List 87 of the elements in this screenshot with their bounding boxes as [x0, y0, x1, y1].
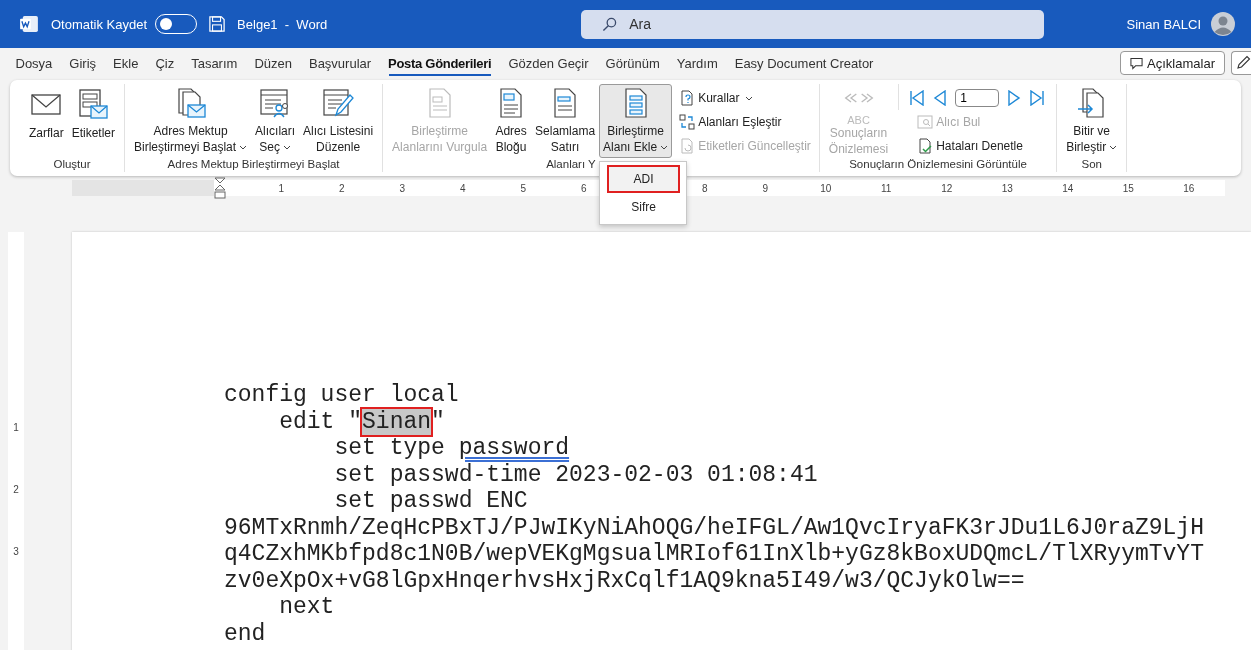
ribbon-tab[interactable]: Görünüm: [597, 49, 669, 77]
group-label: Son: [1081, 158, 1102, 172]
next-record-icon[interactable]: [1006, 90, 1023, 106]
ribbon-tab[interactable]: Posta Gönderileri: [379, 49, 500, 77]
ribbon-tab[interactable]: Ekle: [104, 49, 147, 77]
ribbon-button[interactable]: Bitir ve Birleştir: [1062, 84, 1122, 158]
indent-marker-icon[interactable]: [214, 177, 226, 199]
swap-boxes-icon: [679, 114, 696, 130]
ribbon-button[interactable]: Birleştirme Alanı Ekle: [599, 84, 673, 158]
ruler-number: 1: [277, 182, 286, 194]
ruler-number: 13: [1000, 182, 1014, 194]
ruler-number: 3: [13, 546, 19, 558]
ribbon-button[interactable]: Alıcı Listesini Düzenle: [299, 84, 378, 158]
editing-button[interactable]: [1231, 51, 1251, 75]
merge-field[interactable]: Sinan: [362, 408, 432, 435]
speech-bubble-icon: [1130, 56, 1144, 70]
ruler-number: 6: [579, 182, 588, 194]
ribbon-button[interactable]: Selamlama Satırı: [531, 84, 600, 158]
code-text: 96MTxRnmh/ZeqHcPBxTJ/PJwIKyNiAhOQG/heIFGL/Aw1QvcIryaFK3rJDu1L6J0raZ9LjH: [224, 514, 1204, 541]
list-with-pencil-icon: [322, 87, 355, 119]
ribbon-button[interactable]: Kurallar: [676, 86, 814, 110]
ruler-number: 9: [761, 182, 770, 194]
document-check-icon: [917, 138, 934, 154]
ribbon-tab[interactable]: Düzen: [245, 49, 301, 77]
group-label: Sonuçların Önizlemesini Görüntüle: [849, 158, 1027, 172]
code-text: set passwd-time 2023-02-03 01:08:41: [333, 461, 818, 488]
code-text: edit ": [278, 408, 363, 435]
ribbon-tab[interactable]: Yardım: [668, 49, 727, 77]
group-label: Oluştur: [53, 158, 91, 172]
ribbon-tab[interactable]: Dosya: [7, 49, 61, 77]
ribbon-tab[interactable]: Giriş: [60, 49, 105, 77]
previous-record-icon[interactable]: [932, 90, 949, 106]
document-refresh-icon: [679, 138, 696, 154]
menu-item[interactable]: ADI: [607, 165, 681, 193]
code-text: next: [278, 594, 335, 621]
record-number-field[interactable]: 1: [955, 89, 1000, 107]
flagged-word: password: [458, 435, 570, 462]
ribbon-button[interactable]: Alanları Eşleştir: [676, 110, 814, 134]
code-text: ": [431, 408, 445, 435]
labels-icon: [77, 88, 110, 120]
code-text: set passwd ENC: [333, 488, 528, 515]
ruler-number: 8: [700, 182, 709, 194]
ruler-number: 4: [458, 182, 467, 194]
autosave-label: Otomatik Kaydet: [51, 16, 148, 32]
ribbon-button[interactable]: Adres Bloğu: [491, 84, 532, 158]
ribbon-button[interactable]: Alıcıları Seç: [251, 84, 300, 158]
search-field[interactable]: Ara: [581, 9, 1045, 39]
ribbon-button[interactable]: Etiketler: [67, 84, 120, 158]
ruler-number: 12: [940, 182, 954, 194]
ribbon-tab[interactable]: Easy Document Creator: [726, 49, 882, 77]
save-icon[interactable]: [209, 16, 226, 32]
ribbon-button[interactable]: Zarflar: [25, 84, 68, 158]
ruler-number: 3: [398, 182, 407, 194]
group-label: Adres Mektup Birleştirmeyi Başlat: [167, 158, 340, 172]
first-record-icon[interactable]: [909, 90, 926, 106]
search-input[interactable]: Ara: [627, 15, 932, 33]
ribbon-tab[interactable]: Başvurular: [300, 49, 380, 77]
ruler-number: 11: [880, 182, 893, 194]
user-name: Sinan BALCI: [1126, 16, 1201, 32]
document-question-icon: [679, 90, 696, 106]
find-icon: [917, 114, 934, 130]
ruler-number: 10: [819, 182, 833, 194]
window-title: Belge1 - Word: [237, 16, 328, 32]
avatar-icon[interactable]: [1211, 12, 1235, 36]
ruler-number: 1: [13, 422, 19, 434]
ribbon-tab[interactable]: Çiz: [146, 49, 183, 77]
ribbon-button[interactable]: Hataları Denetle: [914, 134, 1052, 158]
pencil-icon: [1235, 55, 1251, 71]
ruler-number: 5: [519, 182, 528, 194]
code-text: zv0eXpOx+vG8lGpxHnqerhvsHxjRxCqlf1AQ9kna5I49/w3/QCJykOlw==: [224, 567, 1025, 594]
ruler-number: 14: [1061, 182, 1075, 194]
last-record-icon[interactable]: [1029, 90, 1046, 106]
code-text: end: [224, 620, 266, 647]
ribbon-tab[interactable]: Gözden Geçir: [499, 49, 598, 77]
code-text: config user local: [224, 382, 459, 409]
ribbon-button[interactable]: Adres Mektup Birleştirmeyi Başlat: [130, 84, 252, 158]
search-icon: [602, 16, 618, 32]
comments-button[interactable]: Açıklamalar: [1120, 51, 1225, 75]
ruler-number: 16: [1182, 182, 1196, 194]
code-text: set type: [333, 435, 446, 462]
code-text: q4CZxhMKbfpd8c1N0B/wepVEKgMgsualMRIof61InXlb+yGz8kBoxUDQmcL/TlXRyymTvYT: [224, 541, 1204, 568]
ruler-number: 2: [337, 182, 346, 194]
ribbon-tab[interactable]: Tasarım: [182, 49, 246, 77]
word-logo-icon: [20, 16, 38, 32]
ruler-number: 2: [13, 484, 19, 496]
ruler-number: 15: [1121, 182, 1135, 194]
group-label: Alanları Y: [546, 158, 597, 172]
